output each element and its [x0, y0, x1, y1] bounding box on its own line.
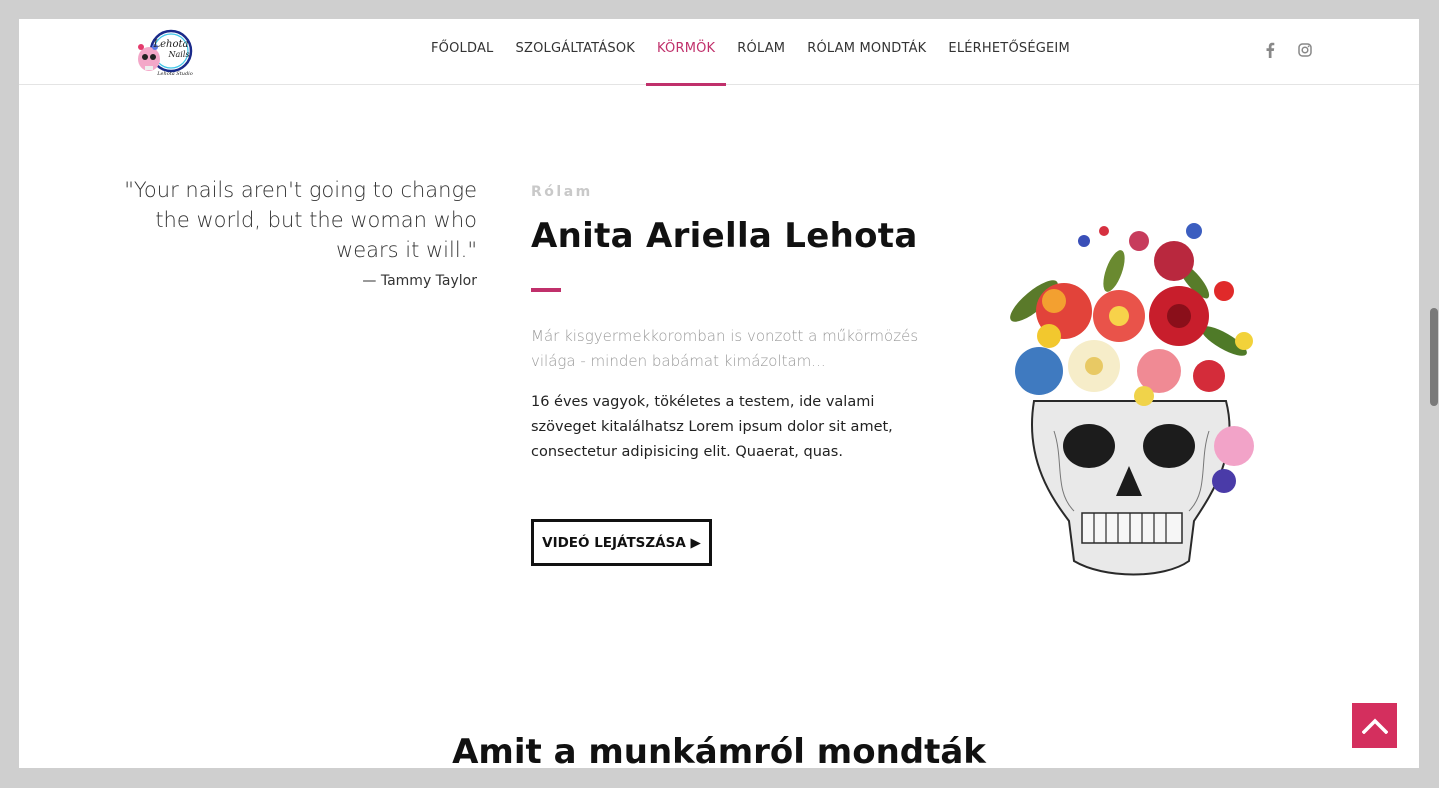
site-header: Lehota Nails Lehota Studio FŐOLDAL SZOLG… [19, 19, 1419, 86]
main-nav: FŐOLDAL SZOLGÁLTATÁSOK KÖRMÖK RÓLAM RÓLA… [420, 19, 1081, 86]
testimonials-heading: Amit a munkámról mondták [452, 732, 986, 768]
facebook-icon[interactable] [1262, 41, 1278, 59]
about-title: Anita Ariella Lehota [531, 216, 918, 256]
quote-author: — Tammy Taylor [362, 273, 477, 289]
testimonial-quote: "Your nails aren't going to change the w… [119, 175, 477, 289]
accent-divider [531, 288, 561, 292]
skull-logo-icon[interactable]: Lehota Nails Lehota Studio [135, 25, 199, 81]
about-section: Rólam Anita Ariella Lehota Már kisgyerme… [531, 184, 921, 465]
nav-item-rolam[interactable]: RÓLAM [726, 19, 796, 85]
svg-text:Lehota Studio: Lehota Studio [156, 71, 193, 77]
quote-text: "Your nails aren't going to change the w… [124, 178, 477, 262]
page-frame: Lehota Nails Lehota Studio FŐOLDAL SZOLG… [19, 19, 1419, 768]
page-scrollbar-thumb[interactable] [1430, 308, 1438, 406]
about-lead: Már kisgyermekkoromban is vonzott a műkö… [531, 327, 919, 370]
section-eyebrow: Rólam [531, 184, 593, 200]
chevron-up-icon [1361, 718, 1388, 734]
play-video-button[interactable]: VIDEÓ LEJÁTSZÁSA ▶ [531, 519, 712, 566]
svg-text:Nails: Nails [168, 50, 190, 59]
instagram-icon[interactable] [1297, 41, 1313, 59]
nav-item-elerhetosegeim[interactable]: ELÉRHETŐSÉGEIM [937, 19, 1080, 85]
scroll-to-top-button[interactable] [1352, 703, 1397, 748]
floral-skull-illustration [1010, 223, 1254, 576]
nav-item-szolgaltatasok[interactable]: SZOLGÁLTATÁSOK [505, 19, 647, 85]
about-body: 16 éves vagyok, tökéletes a testem, ide … [531, 394, 893, 460]
nav-item-fooldal[interactable]: FŐOLDAL [420, 19, 505, 85]
svg-text:Lehota: Lehota [153, 39, 189, 50]
nav-item-kormok[interactable]: KÖRMÖK [646, 19, 727, 86]
nav-item-rolam-mondtak[interactable]: RÓLAM MONDTÁK [796, 19, 937, 85]
